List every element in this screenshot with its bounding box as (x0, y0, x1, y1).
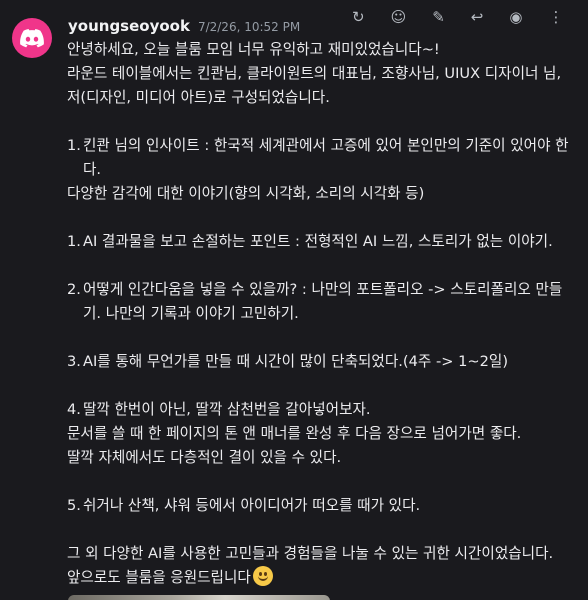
list-text: 어떻게 인간다움을 넣을 수 있을까? : 나만의 포트폴리오 -> 스토리폴리… (83, 281, 563, 322)
edit-icon[interactable]: ✎ (432, 8, 445, 26)
list-item: 2. 어떻게 인간다움을 넣을 수 있을까? : 나만의 포트폴리오 -> 스토… (67, 278, 572, 326)
list-number: 5. (67, 497, 81, 514)
message-line-with-emoji: 앞으로도 블룸을 응원드립니다 (67, 566, 572, 590)
avatar[interactable] (12, 18, 52, 58)
list-item: 5. 쉬거나 산책, 샤워 등에서 아이디어가 떠오를 때가 있다. (67, 494, 572, 518)
message-line: 딸깍 자체에서도 다층적인 결이 있을 수 있다. (67, 449, 342, 466)
timestamp: 7/2/26, 10:52 PM (197, 20, 301, 34)
username[interactable]: youngseoyook (68, 17, 190, 35)
list-item: 4. 딸깍 한번이 아닌, 딸깍 삼천번을 갈아넣어보자. (67, 398, 572, 422)
list-text: AI를 통해 무언가를 만들 때 시간이 많이 단축되었다.(4주 -> 1~2… (83, 353, 509, 370)
message-line: 그 외 다양한 AI를 사용한 고민들과 경험들을 나눌 수 있는 귀한 시간이… (67, 545, 554, 562)
message-line: 저(디자인, 미디어 아트)로 구성되었습니다. (67, 89, 330, 106)
list-number: 4. (67, 401, 81, 418)
list-number: 1. (67, 137, 81, 154)
message-line: 안녕하세요, 오늘 블룸 모임 너무 유익하고 재미있었습니다~! (67, 41, 440, 58)
discord-chat-window: youngseoyook 7/2/26, 10:52 PM ↻ ☺ ✎ ↩ ◉ … (0, 0, 588, 600)
list-number: 2. (67, 281, 81, 298)
list-text: 딸깍 한번이 아닌, 딸깍 삼천번을 갈아넣어보자. (83, 401, 371, 418)
reply-icon[interactable]: ↩ (471, 8, 484, 26)
message-actions-toolbar: ↻ ☺ ✎ ↩ ◉ ⋮ ⌗ ⚑ (352, 6, 588, 28)
react-icon[interactable]: ☺ (391, 8, 407, 26)
list-item: 1. AI 결과물을 보고 손절하는 포인트 : 전형적인 AI 느낌, 스토리… (67, 230, 572, 254)
forward-icon[interactable]: ◉ (509, 8, 522, 26)
message-header: youngseoyook 7/2/26, 10:52 PM (68, 17, 300, 35)
refresh-icon[interactable]: ↻ (352, 8, 365, 26)
image-attachment[interactable] (68, 595, 330, 600)
message-line: 라운드 테이블에서는 킨콴님, 클라이원트의 대표님, 조향사님, UIUX 디… (67, 65, 562, 82)
message-line: 다양한 감각에 대한 이야기(향의 시각화, 소리의 시각화 등) (67, 185, 425, 202)
list-text: AI 결과물을 보고 손절하는 포인트 : 전형적인 AI 느낌, 스토리가 없… (83, 233, 553, 250)
message-content: 안녕하세요, 오늘 블룸 모임 너무 유익하고 재미있었습니다~! 라운드 테이… (67, 38, 572, 590)
list-number: 1. (67, 233, 81, 250)
list-text: 쉬거나 산책, 샤워 등에서 아이디어가 떠오를 때가 있다. (83, 497, 421, 514)
slightly-smiling-face-emoji[interactable] (252, 566, 273, 586)
list-item: 3. AI를 통해 무언가를 만들 때 시간이 많이 단축되었다.(4주 -> … (67, 350, 572, 374)
discord-logo-icon (20, 28, 44, 47)
more-icon[interactable]: ⋮ (548, 8, 563, 26)
list-item: 1. 킨콴 님의 인사이트 : 한국적 세계관에서 고증에 있어 본인만의 기준… (67, 134, 572, 182)
message-line: 앞으로도 블룸을 응원드립니다 (67, 569, 251, 586)
list-text: 킨콴 님의 인사이트 : 한국적 세계관에서 고증에 있어 본인만의 기준이 있… (83, 137, 569, 178)
list-number: 3. (67, 353, 81, 370)
message-line: 문서를 쓸 때 한 페이지의 톤 앤 매너를 완성 후 다음 장으로 넘어가면 … (67, 425, 522, 442)
